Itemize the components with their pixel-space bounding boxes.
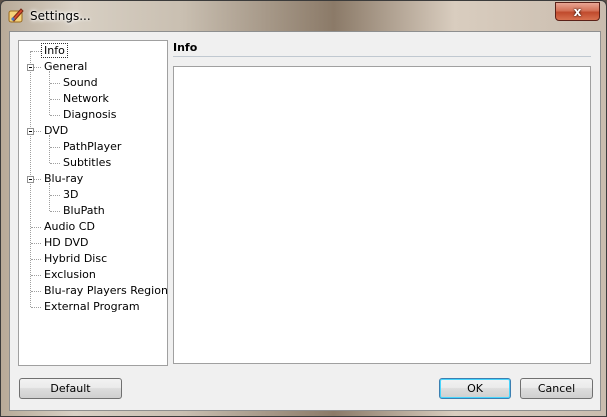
tree-branch-line bbox=[31, 227, 41, 229]
tree-item-dvd[interactable]: DVD bbox=[44, 123, 68, 139]
tree-item-label: BluPath bbox=[63, 204, 105, 217]
ok-button-label: OK bbox=[467, 382, 483, 395]
tree-branch-line bbox=[50, 195, 60, 197]
tree-item-label: Blu-ray bbox=[44, 172, 84, 185]
tree-branch-line bbox=[31, 307, 41, 309]
tree-branch-line bbox=[50, 115, 60, 117]
tree-item-label: Info bbox=[41, 43, 68, 58]
tree-item-label: Network bbox=[63, 92, 109, 105]
tree-item-label: Exclusion bbox=[44, 268, 96, 281]
tree-item-diagnosis[interactable]: Diagnosis bbox=[63, 107, 116, 123]
app-icon bbox=[8, 8, 24, 23]
tree-item-label: DVD bbox=[44, 124, 69, 137]
collapse-icon[interactable] bbox=[27, 176, 34, 183]
tree-branch-line bbox=[50, 211, 60, 213]
tree-branch-line bbox=[50, 83, 60, 85]
panel-title: Info bbox=[173, 41, 198, 54]
close-button[interactable]: x bbox=[555, 2, 600, 21]
tree-item-network[interactable]: Network bbox=[63, 91, 109, 107]
tree-item-hd-dvd[interactable]: HD DVD bbox=[44, 235, 89, 251]
tree-item-label: PathPlayer bbox=[63, 140, 122, 153]
cancel-button[interactable]: Cancel bbox=[520, 378, 593, 399]
tree-branch-line bbox=[31, 51, 41, 53]
collapse-icon[interactable] bbox=[27, 64, 34, 71]
tree-branch-line bbox=[50, 99, 60, 101]
panel-divider bbox=[173, 56, 591, 57]
cancel-button-label: Cancel bbox=[537, 382, 576, 395]
tree-child-line bbox=[49, 183, 51, 211]
tree-item-label: 3D bbox=[63, 188, 79, 201]
tree-child-line bbox=[49, 71, 51, 115]
tree-item-blupath[interactable]: BluPath bbox=[63, 203, 105, 219]
settings-window: Settings... x Info General Sound Network Dia… bbox=[0, 0, 607, 417]
tree-item-label: Subtitles bbox=[63, 156, 112, 169]
tree-item-label: Blu-ray Players Region bbox=[44, 284, 168, 297]
tree-item-label: General bbox=[44, 60, 88, 73]
title-bar[interactable]: Settings... x bbox=[1, 1, 607, 31]
tree-branch-line bbox=[31, 259, 41, 261]
window-title: Settings... bbox=[30, 9, 91, 23]
tree-item-label: Sound bbox=[63, 76, 98, 89]
tree-item-hybrid-disc[interactable]: Hybrid Disc bbox=[44, 251, 107, 267]
tree-item-blu-ray[interactable]: Blu-ray bbox=[44, 171, 83, 187]
tree-child-line bbox=[49, 135, 51, 163]
tree-branch-line bbox=[50, 163, 60, 165]
tree-item-label: Hybrid Disc bbox=[44, 252, 108, 265]
tree-item-3d[interactable]: 3D bbox=[63, 187, 78, 203]
tree-branch-line bbox=[31, 243, 41, 245]
tree-item-audio-cd[interactable]: Audio CD bbox=[44, 219, 95, 235]
tree-item-external-program[interactable]: External Program bbox=[44, 299, 140, 315]
close-icon: x bbox=[573, 4, 582, 19]
tree-item-label: External Program bbox=[44, 300, 140, 313]
tree-branch-line bbox=[50, 147, 60, 149]
tree-item-label: Audio CD bbox=[44, 220, 95, 233]
settings-content-area bbox=[173, 66, 591, 364]
ok-button[interactable]: OK bbox=[439, 378, 511, 399]
settings-tree[interactable]: Info General Sound Network Diagnosis DVD PathP… bbox=[18, 40, 168, 366]
tree-item-blu-ray-players-region[interactable]: Blu-ray Players Region bbox=[44, 283, 168, 299]
tree-item-info[interactable]: Info bbox=[41, 43, 68, 59]
tree-item-pathplayer[interactable]: PathPlayer bbox=[63, 139, 121, 155]
default-button-label: Default bbox=[50, 382, 91, 395]
tree-item-label: Diagnosis bbox=[63, 108, 117, 121]
tree-item-label: HD DVD bbox=[44, 236, 89, 249]
tree-item-subtitles[interactable]: Subtitles bbox=[63, 155, 111, 171]
tree-item-exclusion[interactable]: Exclusion bbox=[44, 267, 96, 283]
tree-item-general[interactable]: General bbox=[44, 59, 87, 75]
collapse-icon[interactable] bbox=[27, 128, 34, 135]
tree-branch-line bbox=[31, 275, 41, 277]
tree-item-sound[interactable]: Sound bbox=[63, 75, 98, 91]
tree-branch-line bbox=[31, 291, 41, 293]
default-button[interactable]: Default bbox=[19, 378, 122, 399]
dialog-client-area: Info General Sound Network Diagnosis DVD PathP… bbox=[9, 31, 601, 411]
